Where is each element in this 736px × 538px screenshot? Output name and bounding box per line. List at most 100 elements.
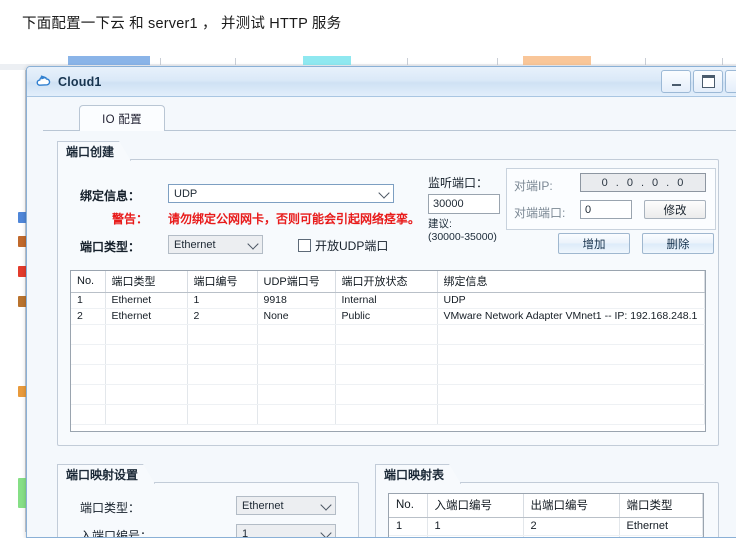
cell-2 — [187, 345, 257, 365]
add-port-button[interactable]: 增加 — [558, 233, 630, 254]
column-header-5[interactable]: 绑定信息 — [437, 271, 705, 293]
cell-2: 1 — [187, 293, 257, 309]
table-header-row: No.入端口编号出端口编号端口类型 — [389, 494, 703, 518]
ruler-tick — [235, 58, 236, 65]
cell-3: None — [257, 309, 335, 325]
map-port-type-value: Ethernet — [242, 500, 284, 512]
column-header-1[interactable]: 入端口编号 — [427, 494, 523, 518]
minimize-button[interactable] — [661, 70, 691, 93]
chevron-down-icon — [378, 187, 389, 198]
table-row-empty[interactable] — [71, 385, 705, 405]
cell-0 — [71, 325, 105, 345]
cell-5 — [437, 365, 705, 385]
cloud-config-window: Cloud1 ✕ IO 配置 端口创建 绑定信息： UDP — [26, 66, 736, 538]
cell-0 — [71, 365, 105, 385]
open-udp-checkbox[interactable]: 开放UDP端口 — [298, 237, 388, 254]
column-header-4[interactable]: 端口开放状态 — [335, 271, 437, 293]
tab-io-config[interactable]: IO 配置 — [79, 105, 165, 131]
table-row-empty[interactable] — [71, 405, 705, 425]
cell-4 — [335, 365, 437, 385]
bind-info-select[interactable]: UDP — [168, 184, 394, 203]
window-body: IO 配置 端口创建 绑定信息： UDP 警告： 请勿绑定公网网卡，否则可能会引… — [27, 97, 736, 538]
ip-dot: . — [666, 177, 670, 189]
cell-5 — [437, 405, 705, 425]
cell-5 — [437, 345, 705, 365]
in-port-label: 入端口编号： — [80, 527, 152, 538]
table-row[interactable]: 1Ethernet19918InternalUDP — [71, 293, 705, 309]
window-titlebar[interactable]: Cloud1 ✕ — [27, 67, 736, 97]
listen-port-hint: 建议: (30000-35000) — [428, 218, 497, 244]
column-header-3[interactable]: UDP端口号 — [257, 271, 335, 293]
cell-4 — [335, 325, 437, 345]
cell-2 — [187, 365, 257, 385]
chevron-down-icon — [247, 238, 258, 249]
bind-info-value: UDP — [174, 188, 197, 200]
peer-ip-octet-4: 0 — [677, 177, 684, 189]
ip-dot: . — [641, 177, 645, 189]
map-port-type-select[interactable]: Ethernet — [236, 496, 336, 515]
column-header-0[interactable]: No. — [389, 494, 427, 518]
window-title: Cloud1 — [58, 75, 102, 89]
close-button[interactable]: ✕ — [725, 70, 736, 93]
table-row[interactable]: 2Ethernet2NonePublicVMware Network Adapt… — [71, 309, 705, 325]
listen-port-hint-label: 建议: — [428, 218, 497, 231]
cell-1 — [105, 345, 187, 365]
map-port-type-label: 端口类型： — [80, 499, 140, 516]
table-row[interactable]: 112Ethernet — [389, 518, 703, 536]
cell-2 — [187, 405, 257, 425]
cell-1: Ethernet — [105, 293, 187, 309]
table-row-empty[interactable] — [71, 365, 705, 385]
workspace-tab-blue — [68, 56, 150, 65]
cell-3 — [257, 345, 335, 365]
port-type-label: 端口类型： — [80, 238, 140, 255]
cell-3: Ethernet — [619, 518, 703, 536]
column-header-2[interactable]: 端口编号 — [187, 271, 257, 293]
port-type-select[interactable]: Ethernet — [168, 235, 263, 254]
cell-3 — [257, 405, 335, 425]
cell-3 — [257, 365, 335, 385]
cell-4: Internal — [335, 293, 437, 309]
in-port-value: 1 — [242, 528, 248, 538]
column-header-3[interactable]: 端口类型 — [619, 494, 703, 518]
mapping-table-grid: No.入端口编号出端口编号端口类型 112Ethernet221Ethernet — [389, 494, 703, 538]
peer-port-value: 0 — [585, 204, 591, 216]
peer-ip-octet-1: 0 — [602, 177, 609, 189]
bind-info-label: 绑定信息： — [80, 187, 140, 204]
cloud-icon — [35, 73, 53, 91]
maximize-button[interactable] — [693, 70, 723, 93]
in-port-select[interactable]: 1 — [236, 524, 336, 538]
window-controls: ✕ — [661, 70, 736, 93]
peer-ip-input[interactable]: 0 . 0 . 0 . 0 — [580, 173, 706, 192]
table-row-empty[interactable] — [71, 345, 705, 365]
mapping-table-group: 端口映射表 No.入端口编号出端口编号端口类型 112Ethernet221Et… — [375, 482, 719, 538]
table-row-empty[interactable] — [71, 325, 705, 345]
cell-2 — [187, 325, 257, 345]
cell-2 — [187, 385, 257, 405]
cell-0: 2 — [71, 309, 105, 325]
listen-port-value: 30000 — [433, 198, 464, 210]
warning-text: 请勿绑定公网网卡，否则可能会引起网络痉挛。 — [168, 210, 420, 227]
open-udp-label: 开放UDP端口 — [315, 237, 388, 254]
delete-port-button[interactable]: 删除 — [642, 233, 714, 254]
cell-1 — [105, 405, 187, 425]
cell-1 — [105, 325, 187, 345]
column-header-0[interactable]: No. — [71, 271, 105, 293]
column-header-1[interactable]: 端口类型 — [105, 271, 187, 293]
listen-port-input[interactable]: 30000 — [428, 194, 500, 214]
listen-port-hint-range: (30000-35000) — [428, 231, 497, 244]
cell-3 — [257, 325, 335, 345]
mapping-table[interactable]: No.入端口编号出端口编号端口类型 112Ethernet221Ethernet — [388, 493, 704, 538]
minimize-icon — [672, 84, 681, 86]
cell-0 — [71, 405, 105, 425]
column-header-2[interactable]: 出端口编号 — [523, 494, 619, 518]
cell-5 — [437, 385, 705, 405]
screenshot-root: 下面配置一下云 和 server1 ， 并测试 HTTP 服务 Cloud1 — [0, 0, 736, 532]
cell-2: 2 — [187, 309, 257, 325]
maximize-icon — [702, 75, 715, 88]
cell-4 — [335, 385, 437, 405]
mapping-settings-group: 端口映射设置 端口类型： Ethernet 入端口编号： 1 出端口编号： 1 — [57, 482, 359, 538]
peer-port-input[interactable]: 0 — [580, 200, 632, 219]
modify-button[interactable]: 修改 — [644, 200, 706, 219]
port-table[interactable]: No.端口类型端口编号UDP端口号端口开放状态绑定信息 1Ethernet199… — [70, 270, 706, 432]
port-type-value: Ethernet — [174, 239, 216, 251]
